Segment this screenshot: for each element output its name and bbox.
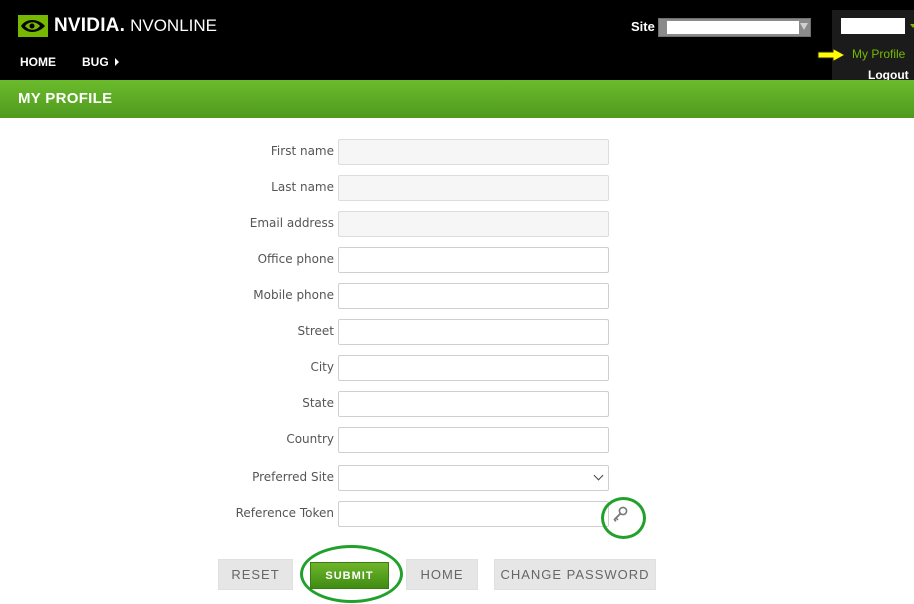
home-button[interactable]: HOME (406, 559, 478, 590)
street-label: Street (297, 324, 334, 338)
nav-item-label: HOME (20, 55, 56, 69)
office-phone-label: Office phone (257, 252, 334, 266)
state-field[interactable] (338, 391, 609, 417)
preferred-site-label: Preferred Site (252, 470, 334, 484)
mobile-phone-label: Mobile phone (253, 288, 334, 302)
username-box[interactable] (841, 18, 905, 34)
change-password-button-label: CHANGE PASSWORD (500, 567, 650, 582)
form-row-last-name: Last name (0, 175, 914, 201)
form-row-street: Street (0, 319, 914, 345)
reset-button-label: RESET (231, 567, 280, 582)
home-button-label: HOME (420, 567, 464, 582)
country-label: Country (286, 432, 334, 446)
email-label: Email address (249, 216, 334, 230)
chevron-down-icon (800, 23, 808, 30)
last-name-label: Last name (271, 180, 334, 194)
chevron-down-icon[interactable] (910, 24, 914, 28)
email-field[interactable] (338, 211, 609, 237)
reference-token-field[interactable] (338, 501, 609, 527)
form-row-first-name: First name (0, 139, 914, 165)
menu-item-my-profile[interactable]: My Profile (852, 47, 905, 61)
country-field[interactable] (338, 427, 609, 453)
top-bar: NVIDIA. NVONLINE Site HOME BUG (0, 0, 914, 80)
form-row-reference-token: Reference Token (0, 501, 914, 527)
form-row-mobile-phone: Mobile phone (0, 283, 914, 309)
office-phone-field[interactable] (338, 247, 609, 273)
form-row-preferred-site: Preferred Site (0, 465, 914, 491)
brand-name: NVIDIA. (54, 15, 126, 36)
highlight-ring (601, 497, 646, 539)
first-name-field[interactable] (338, 139, 609, 165)
last-name-field[interactable] (338, 175, 609, 201)
change-password-button[interactable]: CHANGE PASSWORD (494, 559, 656, 590)
nav-item-label: BUG (82, 55, 109, 69)
page-title: MY PROFILE (18, 90, 113, 107)
arrow-right-icon (817, 48, 847, 62)
form-row-office-phone: Office phone (0, 247, 914, 273)
reset-button[interactable]: RESET (218, 559, 293, 590)
street-field[interactable] (338, 319, 609, 345)
state-label: State (302, 396, 334, 410)
form-row-country: Country (0, 427, 914, 453)
site-label: Site (631, 19, 655, 34)
nav-item-bug[interactable]: BUG (82, 55, 119, 69)
submit-button-label: SUBMIT (325, 569, 374, 582)
site-select-value (667, 21, 799, 34)
reference-token-label: Reference Token (235, 506, 334, 520)
nvidia-logo[interactable]: NVIDIA. NVONLINE (18, 14, 217, 38)
nav-item-home[interactable]: HOME (20, 55, 56, 69)
caret-right-icon (114, 58, 119, 66)
form-row-city: City (0, 355, 914, 381)
submit-button[interactable]: SUBMIT (310, 562, 389, 589)
main-nav: HOME BUG (20, 55, 145, 69)
form-row-state: State (0, 391, 914, 417)
city-field[interactable] (338, 355, 609, 381)
city-label: City (310, 360, 334, 374)
site-select[interactable] (658, 18, 811, 37)
chevron-down-icon (593, 470, 604, 481)
first-name-label: First name (270, 144, 334, 158)
nvidia-eye-icon (18, 15, 48, 37)
preferred-site-select[interactable] (338, 465, 609, 491)
product-name: NVONLINE (130, 16, 217, 35)
form-row-email: Email address (0, 211, 914, 237)
mobile-phone-field[interactable] (338, 283, 609, 309)
page-header: MY PROFILE (0, 80, 914, 118)
